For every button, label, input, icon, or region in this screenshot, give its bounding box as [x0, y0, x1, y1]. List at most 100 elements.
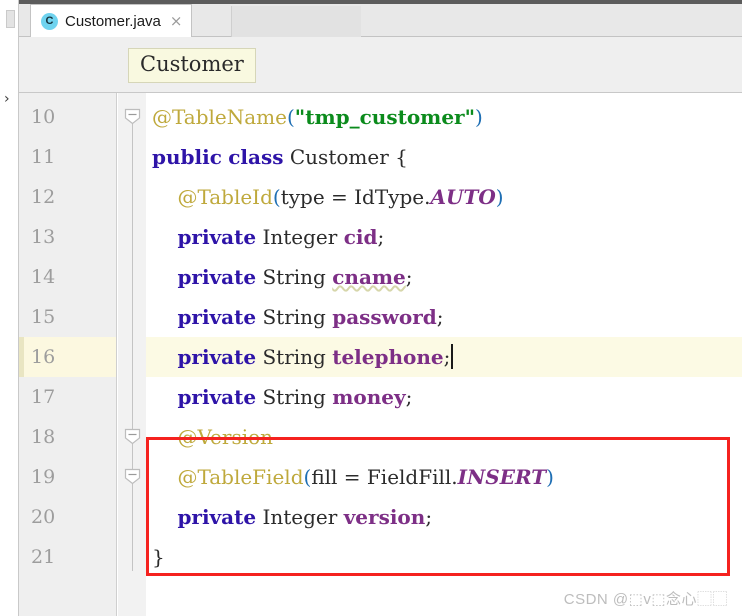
- gutter-row[interactable]: 13: [19, 217, 116, 257]
- editor-tab-label: Customer.java: [65, 12, 161, 30]
- expand-chevron-icon[interactable]: ›: [4, 92, 10, 106]
- close-icon[interactable]: ×: [170, 13, 183, 29]
- code-line[interactable]: @TableField(fill = FieldFill.INSERT): [146, 457, 742, 497]
- gutter-row[interactable]: 20: [19, 497, 116, 537]
- line-number: 17: [31, 386, 56, 408]
- code-token: version: [343, 505, 426, 529]
- fold-guide-line: [132, 111, 133, 571]
- line-number: 11: [31, 146, 56, 168]
- line-number: 15: [31, 306, 56, 328]
- code-line[interactable]: private Integer version;: [146, 497, 742, 537]
- line-number: 19: [31, 466, 56, 488]
- line-number: 18: [31, 426, 56, 448]
- code-token: @TableField: [177, 465, 304, 489]
- code-token: Integer: [262, 225, 338, 249]
- code-token: (: [286, 105, 295, 129]
- code-token: public: [152, 145, 222, 169]
- code-line[interactable]: @TableId(type = IdType.AUTO): [146, 177, 742, 217]
- code-token: cname: [332, 265, 406, 289]
- text-caret: [451, 344, 454, 369]
- code-line[interactable]: private String money;: [146, 377, 742, 417]
- code-token: ;: [443, 345, 451, 369]
- code-token: ;: [405, 265, 413, 289]
- code-line[interactable]: @Version: [146, 417, 742, 457]
- code-token: }: [152, 545, 165, 569]
- code-token: String: [262, 305, 326, 329]
- code-line[interactable]: public class Customer {: [146, 137, 742, 177]
- code-token: money: [332, 385, 406, 409]
- breadcrumb-class-customer[interactable]: Customer: [128, 48, 256, 84]
- gutter-row[interactable]: 14: [19, 257, 116, 297]
- gutter-row[interactable]: 18: [19, 417, 116, 457]
- code-token: FieldFill.: [366, 465, 458, 489]
- code-token: ): [475, 105, 483, 129]
- code-folding-strip[interactable]: [118, 93, 146, 616]
- gutter-row[interactable]: 17: [19, 377, 116, 417]
- code-editor[interactable]: 10 11 12 13 14 15 16 17 18 19 20 21 @TableName("tmp…: [19, 93, 742, 616]
- code-line[interactable]: @TableName("tmp_customer"): [146, 97, 742, 137]
- code-token: (: [272, 185, 281, 209]
- csdn-watermark: CSDN @⬚v⬚念心⬚⬚: [563, 591, 728, 608]
- editor-tab-customer-java[interactable]: C Customer.java ×: [30, 4, 193, 37]
- line-number: 12: [31, 186, 56, 208]
- gutter-row[interactable]: 10: [19, 97, 116, 137]
- code-token: @Version: [177, 425, 274, 449]
- code-line[interactable]: private String telephone;: [146, 337, 742, 377]
- code-token: String: [262, 265, 326, 289]
- line-number: 16: [31, 346, 56, 368]
- line-number-gutter[interactable]: 10 11 12 13 14 15 16 17 18 19 20 21: [19, 93, 117, 616]
- left-tool-strip: ›: [0, 0, 19, 616]
- line-number: 20: [31, 506, 56, 528]
- code-token: private: [177, 505, 257, 529]
- code-token: "tmp_customer": [294, 105, 476, 129]
- code-token: private: [177, 225, 257, 249]
- ide-window: › C Customer.java × Customer 10 11 12 13 14 1…: [0, 0, 742, 616]
- code-token: IdType.: [354, 185, 431, 209]
- gutter-row[interactable]: 19: [19, 457, 116, 497]
- code-token: @TableName: [152, 105, 287, 129]
- gutter-row[interactable]: 11: [19, 137, 116, 177]
- line-number: 10: [31, 106, 56, 128]
- gutter-row[interactable]: 15: [19, 297, 116, 337]
- code-token: Integer: [262, 505, 338, 529]
- line-number: 13: [31, 226, 56, 248]
- code-text-area[interactable]: @TableName("tmp_customer") public class C…: [146, 93, 742, 616]
- code-token: private: [177, 385, 257, 409]
- breadcrumb-bar: Customer: [19, 37, 742, 93]
- gutter-row[interactable]: 12: [19, 177, 116, 217]
- code-token: ): [495, 185, 504, 209]
- code-token: INSERT: [457, 465, 547, 489]
- code-token: private: [177, 345, 257, 369]
- fold-collapse-icon[interactable]: [124, 428, 141, 445]
- code-token: AUTO: [430, 185, 496, 209]
- fold-collapse-icon[interactable]: [124, 468, 141, 485]
- tool-window-stripe-button[interactable]: [6, 10, 15, 28]
- code-token: private: [177, 305, 257, 329]
- code-line[interactable]: }: [146, 537, 742, 577]
- java-class-icon: C: [41, 12, 58, 30]
- code-line[interactable]: private String cname;: [146, 257, 742, 297]
- code-token: password: [332, 305, 437, 329]
- code-token: ;: [377, 225, 385, 249]
- code-token: cid: [343, 225, 378, 249]
- code-token: Customer: [289, 145, 389, 169]
- code-token: telephone: [332, 345, 444, 369]
- code-line[interactable]: private Integer cid;: [146, 217, 742, 257]
- gutter-row[interactable]: 21: [19, 537, 116, 577]
- tab-bar-empty-area: [231, 6, 361, 37]
- code-token: fill =: [311, 465, 367, 489]
- code-line[interactable]: private String password;: [146, 297, 742, 337]
- fold-collapse-icon[interactable]: [124, 108, 141, 125]
- code-token: @TableId: [177, 185, 273, 209]
- gutter-row[interactable]: 16: [19, 337, 116, 377]
- code-token: ;: [425, 505, 433, 529]
- code-token: String: [262, 345, 326, 369]
- code-token: private: [177, 265, 257, 289]
